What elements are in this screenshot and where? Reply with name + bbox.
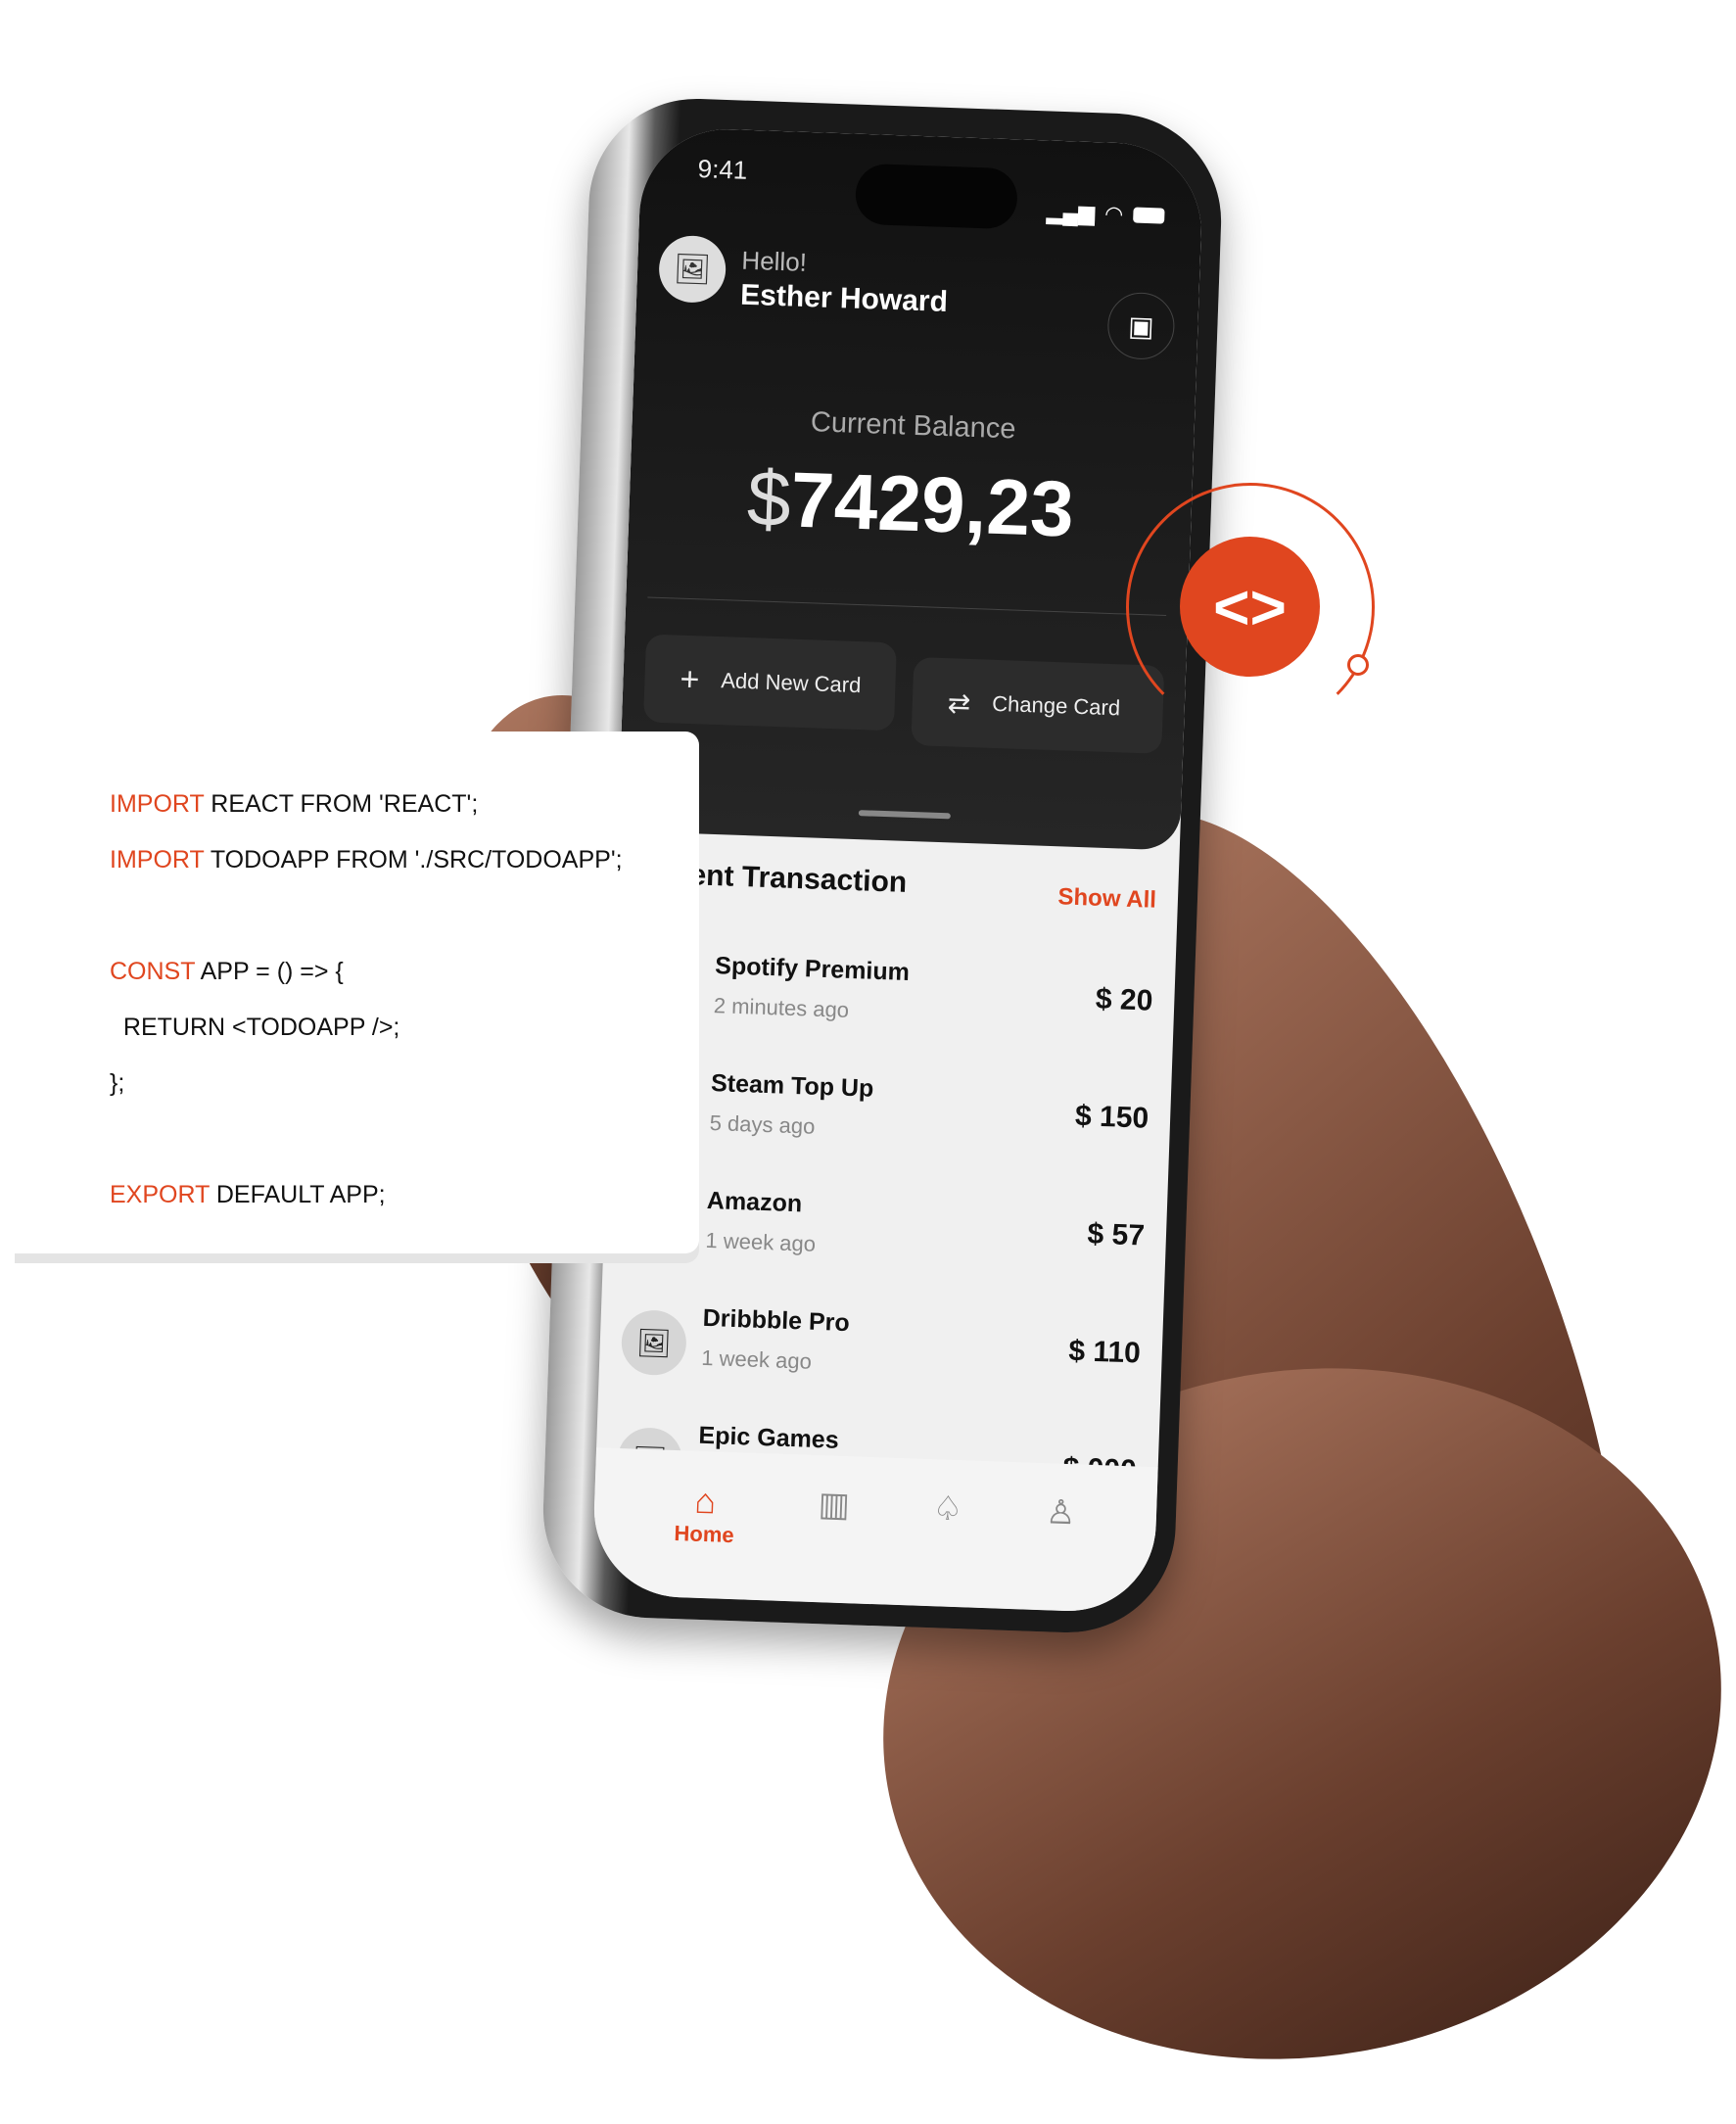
nav-label: Home (674, 1521, 735, 1548)
code-text: APP = () => { (195, 958, 344, 985)
greeting: Hello! (740, 245, 808, 277)
code-line: }; (110, 1069, 699, 1125)
code-line: IMPORT REACT FROM 'REACT'; (110, 790, 699, 846)
avatar[interactable]: 🖼 (657, 234, 727, 305)
code-text: TODOAPP FROM './SRC/TODOAPP'; (204, 846, 623, 873)
code-icon: <> (1180, 537, 1320, 677)
code-keyword: CONST (110, 958, 196, 985)
status-icons: ▂▄▆ ◠ (1046, 199, 1165, 228)
transaction-name: Dribbble Pro (702, 1303, 851, 1338)
nav-stats[interactable]: ▥ (815, 1485, 850, 1603)
transaction-amount: $ 20 (1095, 982, 1153, 1017)
change-card-button[interactable]: ⇄ Change Card (911, 657, 1165, 754)
wallet-icon: ▣ (1127, 309, 1155, 342)
button-label: Change Card (991, 690, 1121, 721)
code-keyword: IMPORT (110, 846, 205, 873)
code-card: IMPORT REACT FROM 'REACT'; IMPORT TODOAP… (15, 732, 699, 1253)
transaction-time: 5 days ago (709, 1110, 816, 1139)
sheet-handle[interactable] (858, 810, 951, 820)
bell-icon: ♤ (932, 1489, 963, 1529)
plus-icon: + (679, 660, 701, 698)
nav-notifications[interactable]: ♤ (929, 1488, 963, 1607)
nav-profile[interactable]: ♙ (1043, 1492, 1077, 1611)
currency-symbol: $ (745, 453, 793, 543)
transaction-row[interactable]: 🖼 Dribbble Pro 1 week ago $ 110 (619, 1301, 1142, 1427)
transaction-time: 2 minutes ago (713, 993, 850, 1022)
code-text: DEFAULT APP; (209, 1181, 386, 1208)
code-line: EXPORT DEFAULT APP; (110, 1181, 699, 1237)
status-time: 9:41 (697, 154, 748, 185)
orbit-dot (1347, 654, 1369, 676)
divider (647, 596, 1167, 616)
balance-amount: $7429,23 (628, 449, 1193, 559)
wifi-icon: ◠ (1103, 201, 1124, 227)
balance-panel: 9:41 ▂▄▆ ◠ 🖼 Hello! Esther Howard ▣ Curr… (618, 125, 1204, 851)
chart-icon: ▥ (818, 1486, 851, 1525)
transaction-time: 1 week ago (700, 1345, 813, 1374)
bottom-nav: ⌂ Home ▥ ♤ ♙ (590, 1447, 1158, 1615)
code-line: CONST APP = () => { (110, 958, 699, 1014)
code-keyword: IMPORT (110, 790, 205, 818)
transaction-amount: $ 57 (1087, 1217, 1146, 1252)
wallet-button[interactable]: ▣ (1106, 291, 1176, 361)
code-glyph: <> (1213, 571, 1287, 642)
transaction-name: Spotify Premium (714, 952, 911, 987)
swap-icon: ⇄ (947, 686, 971, 719)
transaction-row[interactable]: 🖼Spotify Premium2 minutes ago$ 20 (632, 949, 1154, 1074)
signal-icon: ▂▄▆ (1046, 199, 1096, 226)
code-text: REACT FROM 'REACT'; (204, 790, 479, 818)
code-line: RETURN <TODOAPP />; (110, 1014, 699, 1069)
transaction-row[interactable]: 🖼Steam Top Up5 days ago$ 150 (628, 1066, 1150, 1192)
button-label: Add New Card (720, 668, 862, 698)
balance-value: 7429,23 (789, 455, 1076, 553)
home-icon: ⌂ (693, 1480, 717, 1522)
transaction-name: Steam Top Up (710, 1069, 874, 1103)
code-text: }; (110, 1069, 125, 1097)
code-text: RETURN <TODOAPP />; (110, 1014, 400, 1041)
user-icon: ♙ (1045, 1493, 1077, 1533)
transaction-name: Epic Games (698, 1421, 840, 1454)
code-line (110, 902, 699, 958)
add-new-card-button[interactable]: + Add New Card (642, 634, 897, 732)
dynamic-island (854, 163, 1018, 230)
show-all-link[interactable]: Show All (1057, 883, 1156, 914)
nav-home[interactable]: ⌂ Home (672, 1480, 735, 1599)
code-line: IMPORT TODOAPP FROM './SRC/TODOAPP'; (110, 846, 699, 902)
user-name: Esther Howard (739, 278, 949, 318)
image-icon: 🖼 (620, 1309, 687, 1377)
code-keyword: EXPORT (110, 1181, 210, 1208)
balance-label: Current Balance (810, 406, 1016, 446)
code-line (110, 1125, 699, 1181)
battery-icon (1133, 207, 1165, 224)
transaction-time: 1 week ago (705, 1227, 817, 1256)
transaction-row[interactable]: 🖼Amazon1 week ago$ 57 (624, 1184, 1147, 1309)
image-icon: 🖼 (673, 252, 712, 287)
transaction-amount: $ 110 (1067, 1334, 1142, 1370)
transaction-name: Amazon (706, 1186, 803, 1218)
transaction-amount: $ 150 (1074, 1100, 1150, 1135)
